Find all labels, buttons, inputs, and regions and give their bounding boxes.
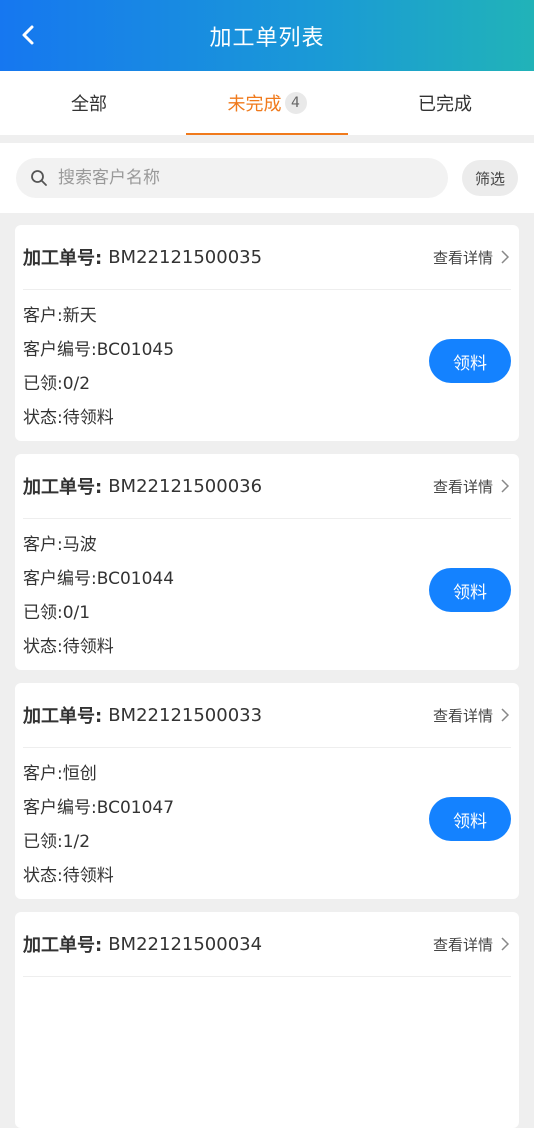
search-icon (31, 170, 47, 186)
card-header: 加工单号: BM22121500036 查看详情 (23, 454, 511, 519)
order-no-value: BM22121500033 (108, 704, 263, 726)
card-header: 加工单号: BM22121500033 查看详情 (23, 683, 511, 748)
order-no-value: BM22121500034 (108, 933, 263, 955)
tab-incomplete[interactable]: 未完成 4 (178, 71, 356, 135)
order-card: 加工单号: BM22121500033 查看详情 客户:恒创 客户编号:BC01… (15, 683, 519, 899)
customer-row: 客户:新天 (23, 299, 511, 333)
claim-materials-button[interactable]: 领料 (429, 339, 511, 383)
claimed-label: 已领: (23, 374, 63, 394)
count-badge: 4 (284, 92, 307, 114)
customer-code-label: 客户编号: (23, 340, 97, 360)
status-value: 待领料 (62, 866, 114, 886)
order-no-label: 加工单号: (23, 477, 103, 498)
back-arrow-icon[interactable] (18, 24, 40, 46)
customer-label: 客户: (23, 764, 63, 784)
order-no-label: 加工单号: (23, 248, 103, 269)
view-detail-link[interactable]: 查看详情 (433, 476, 511, 497)
tab-all[interactable]: 全部 (0, 71, 178, 135)
search-box[interactable] (16, 158, 448, 198)
card-header: 加工单号: BM22121500035 查看详情 (23, 225, 511, 290)
order-list: 加工单号: BM22121500035 查看详情 客户:新天 客户编号:BC01… (0, 213, 534, 1128)
status-value: 待领料 (62, 408, 114, 428)
search-bar: 筛选 (0, 143, 534, 213)
customer-code-value: BC01045 (96, 340, 175, 360)
app-header: 加工单列表 (0, 0, 534, 71)
customer-code-value: BC01047 (96, 798, 175, 818)
status-label: 状态: (23, 866, 63, 886)
view-detail-link[interactable]: 查看详情 (433, 247, 511, 268)
search-input[interactable] (56, 167, 448, 189)
claimed-value: 0/2 (62, 374, 91, 394)
order-card: 加工单号: BM22121500034 查看详情 (15, 912, 519, 1128)
chevron-right-icon (501, 479, 510, 493)
order-card: 加工单号: BM22121500036 查看详情 客户:马波 客户编号:BC01… (15, 454, 519, 670)
claimed-value: 0/1 (62, 603, 91, 623)
customer-value: 马波 (62, 535, 97, 555)
claimed-label: 已领: (23, 603, 63, 623)
order-card: 加工单号: BM22121500035 查看详情 客户:新天 客户编号:BC01… (15, 225, 519, 441)
chevron-right-icon (501, 250, 510, 264)
customer-value: 新天 (62, 306, 97, 326)
status-row: 状态:待领料 (23, 859, 511, 893)
customer-code-label: 客户编号: (23, 798, 97, 818)
page-title: 加工单列表 (209, 25, 325, 51)
chevron-right-icon (501, 937, 510, 951)
claim-materials-button[interactable]: 领料 (429, 797, 511, 841)
customer-code-label: 客户编号: (23, 569, 97, 589)
view-detail-label: 查看详情 (432, 935, 493, 954)
tab-bar: 全部 未完成 4 已完成 (0, 71, 534, 135)
view-detail-link[interactable]: 查看详情 (433, 934, 511, 955)
customer-value: 恒创 (62, 764, 97, 784)
claimed-value: 1/2 (62, 832, 91, 852)
view-detail-label: 查看详情 (432, 477, 493, 496)
order-no-value: BM22121500035 (108, 246, 263, 268)
tab-label: 全部 (71, 94, 107, 115)
order-no-label: 加工单号: (23, 706, 103, 727)
view-detail-label: 查看详情 (432, 706, 493, 725)
view-detail-link[interactable]: 查看详情 (433, 705, 511, 726)
status-value: 待领料 (62, 637, 114, 657)
order-no-label: 加工单号: (23, 935, 103, 956)
view-detail-label: 查看详情 (432, 248, 493, 267)
filter-button[interactable]: 筛选 (462, 160, 518, 196)
tab-completed[interactable]: 已完成 (356, 71, 534, 135)
claimed-label: 已领: (23, 832, 63, 852)
customer-label: 客户: (23, 306, 63, 326)
customer-label: 客户: (23, 535, 63, 555)
divider (0, 135, 534, 143)
order-no-value: BM22121500036 (108, 475, 263, 497)
customer-row: 客户:恒创 (23, 757, 511, 791)
customer-code-value: BC01044 (96, 569, 175, 589)
tab-label: 已完成 (418, 94, 472, 115)
status-label: 状态: (23, 408, 63, 428)
status-row: 状态:待领料 (23, 401, 511, 435)
card-header: 加工单号: BM22121500034 查看详情 (23, 912, 511, 977)
status-label: 状态: (23, 637, 63, 657)
status-row: 状态:待领料 (23, 630, 511, 664)
tab-label: 未完成 (227, 94, 282, 115)
chevron-right-icon (501, 708, 510, 722)
claim-materials-button[interactable]: 领料 (429, 568, 511, 612)
customer-row: 客户:马波 (23, 528, 511, 562)
